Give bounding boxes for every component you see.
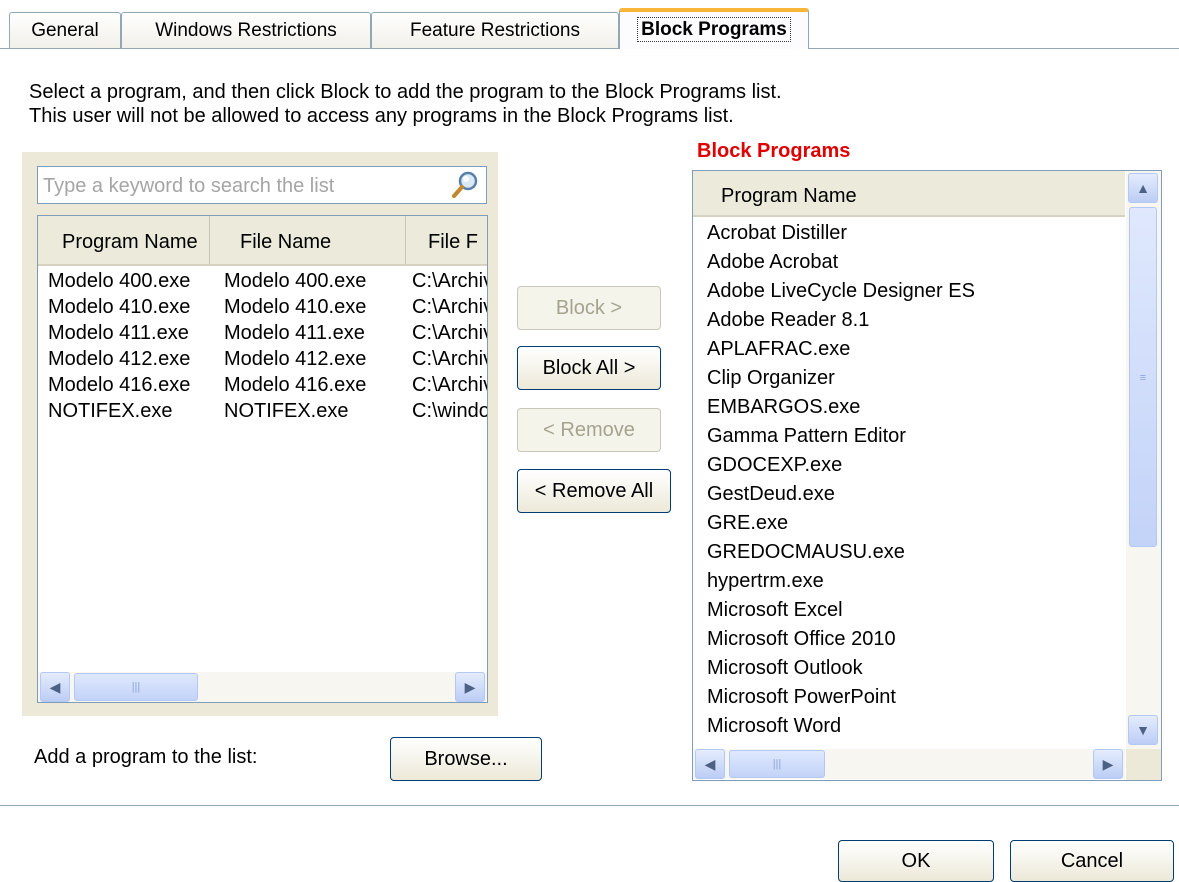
file-path-cell: C:\Archivos <box>412 322 487 344</box>
file-path-cell: C:\Archivos <box>412 348 487 370</box>
scroll-right-icon[interactable]: ▶ <box>455 672 485 702</box>
list-item[interactable]: Modelo 411.exe Modelo 411.exe C:\Archivo… <box>38 320 487 346</box>
blocked-list-horizontal-scrollbar[interactable]: ◀ ||| ▶ <box>693 749 1125 779</box>
available-list-horizontal-scrollbar[interactable]: ◀ ||| ▶ <box>38 672 487 702</box>
tab-block-programs[interactable]: Block Programs <box>619 8 809 49</box>
tab-windows-restrictions-label: Windows Restrictions <box>155 20 337 41</box>
tab-block-programs-label: Block Programs <box>637 17 791 42</box>
bottom-separator <box>0 805 1179 806</box>
program-name-cell: Modelo 411.exe <box>48 322 189 344</box>
file-name-cell: NOTIFEX.exe <box>224 400 349 422</box>
column-file-name[interactable]: File Name <box>210 216 406 264</box>
list-item[interactable]: Adobe LiveCycle Designer ES <box>707 277 975 306</box>
cancel-button[interactable]: Cancel <box>1010 840 1174 882</box>
list-item[interactable]: Microsoft Word <box>707 712 841 732</box>
list-item[interactable]: hypertrm.exe <box>707 567 824 596</box>
block-programs-title: Block Programs <box>697 140 851 162</box>
list-item[interactable]: GREDOCMAUSU.exe <box>707 538 905 567</box>
scroll-up-icon[interactable]: ▲ <box>1128 173 1158 203</box>
list-item[interactable]: Modelo 412.exe Modelo 412.exe C:\Archivo… <box>38 346 487 372</box>
search-box <box>37 166 487 204</box>
list-item[interactable]: Microsoft PowerPoint <box>707 683 896 712</box>
file-name-cell: Modelo 400.exe <box>224 270 367 292</box>
list-item[interactable]: APLAFRAC.exe <box>707 335 850 364</box>
file-path-cell: C:\windows <box>412 400 487 422</box>
blocked-programs-list[interactable]: Program Name Acrobat Distiller Adobe Acr… <box>692 170 1162 781</box>
file-name-cell: Modelo 410.exe <box>224 296 367 318</box>
search-icon[interactable] <box>450 170 480 200</box>
list-item[interactable]: Clip Organizer <box>707 364 835 393</box>
scroll-left-icon[interactable]: ◀ <box>695 749 725 779</box>
add-program-label: Add a program to the list: <box>34 746 258 768</box>
list-item[interactable]: Adobe Acrobat <box>707 248 838 277</box>
column-program-name[interactable]: Program Name <box>38 216 210 264</box>
scrollbar-thumb[interactable]: ≡ <box>1129 207 1157 547</box>
scroll-right-icon[interactable]: ▶ <box>1093 749 1123 779</box>
scrollbar-thumb[interactable]: ||| <box>729 750 825 778</box>
block-all-button[interactable]: Block All > <box>517 346 661 390</box>
remove-button[interactable]: < Remove <box>517 408 661 452</box>
tab-general[interactable]: General <box>9 12 121 48</box>
column-program-name[interactable]: Program Name <box>721 171 857 221</box>
list-item[interactable]: GestDeud.exe <box>707 480 835 509</box>
file-name-cell: Modelo 416.exe <box>224 374 367 396</box>
program-name-cell: Modelo 410.exe <box>48 296 191 318</box>
scrollbar-corner <box>1126 749 1161 780</box>
block-button[interactable]: Block > <box>517 286 661 330</box>
scroll-left-icon[interactable]: ◀ <box>40 672 70 702</box>
list-item[interactable]: Acrobat Distiller <box>707 219 847 248</box>
scroll-down-icon[interactable]: ▼ <box>1128 715 1158 745</box>
available-list-header: Program Name File Name File F <box>38 216 487 266</box>
list-item[interactable]: NOTIFEX.exe NOTIFEX.exe C:\windows <box>38 398 487 424</box>
tab-feature-restrictions-label: Feature Restrictions <box>409 20 580 41</box>
program-name-cell: NOTIFEX.exe <box>48 400 173 422</box>
list-item[interactable]: GRE.exe <box>707 509 788 538</box>
file-name-cell: Modelo 411.exe <box>224 322 365 344</box>
program-name-cell: Modelo 400.exe <box>48 270 191 292</box>
program-name-cell: Modelo 416.exe <box>48 374 191 396</box>
browse-button[interactable]: Browse... <box>390 737 542 781</box>
remove-all-button[interactable]: < Remove All <box>517 469 671 513</box>
tab-feature-restrictions[interactable]: Feature Restrictions <box>371 12 619 48</box>
file-path-cell: C:\Archivos <box>412 296 487 318</box>
list-item[interactable]: Modelo 400.exe Modelo 400.exe C:\Archivo… <box>38 268 487 294</box>
list-item[interactable]: Microsoft Outlook <box>707 654 863 683</box>
blocked-list-header: Program Name <box>693 171 1125 217</box>
tab-general-label: General <box>31 20 99 41</box>
scrollbar-thumb[interactable]: ||| <box>74 673 198 701</box>
file-name-cell: Modelo 412.exe <box>224 348 367 370</box>
search-input[interactable] <box>41 169 445 203</box>
column-file-path[interactable]: File F <box>406 216 487 264</box>
file-path-cell: C:\Archivos <box>412 374 487 396</box>
list-item[interactable]: Microsoft Excel <box>707 596 843 625</box>
list-item[interactable]: Microsoft Office 2010 <box>707 625 896 654</box>
available-programs-list[interactable]: Program Name File Name File F Modelo 400… <box>37 215 488 703</box>
tab-windows-restrictions[interactable]: Windows Restrictions <box>121 12 371 48</box>
ok-button[interactable]: OK <box>838 840 994 882</box>
file-path-cell: C:\Archivos <box>412 270 487 292</box>
list-item[interactable]: Gamma Pattern Editor <box>707 422 906 451</box>
program-name-cell: Modelo 412.exe <box>48 348 191 370</box>
description-line-2: This user will not be allowed to access … <box>29 105 734 127</box>
list-item[interactable]: EMBARGOS.exe <box>707 393 860 422</box>
blocked-list-vertical-scrollbar[interactable]: ▲ ≡ ▼ <box>1126 171 1161 749</box>
list-item[interactable]: GDOCEXP.exe <box>707 451 842 480</box>
list-item[interactable]: Adobe Reader 8.1 <box>707 306 869 335</box>
list-item[interactable]: Modelo 410.exe Modelo 410.exe C:\Archivo… <box>38 294 487 320</box>
list-item[interactable]: Modelo 416.exe Modelo 416.exe C:\Archivo… <box>38 372 487 398</box>
description-line-1: Select a program, and then click Block t… <box>29 81 782 103</box>
